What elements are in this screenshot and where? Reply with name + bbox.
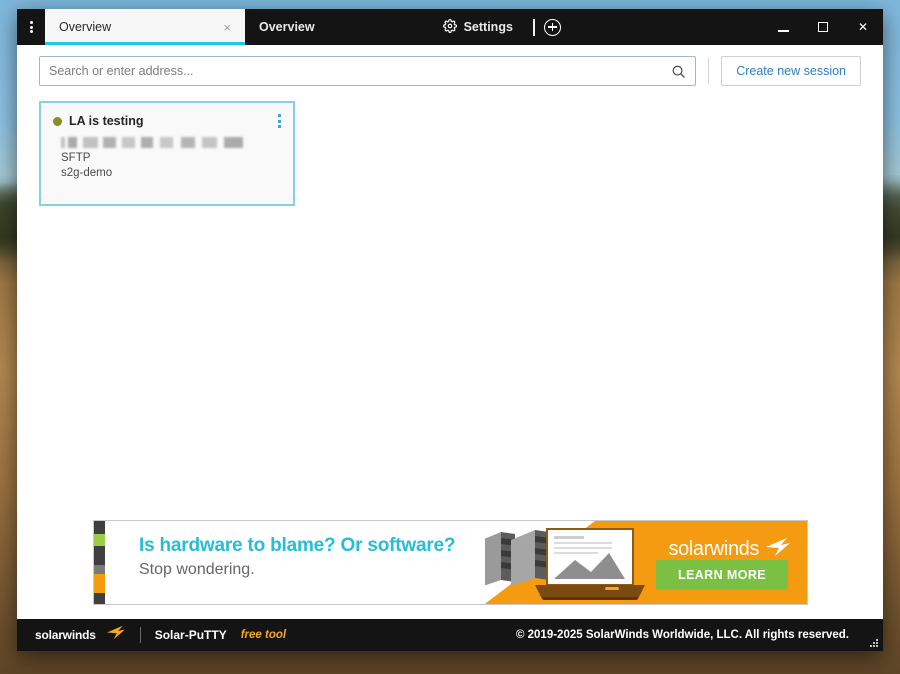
session-card-header: LA is testing xyxy=(53,114,281,128)
solar-putty-window: Overview × Overview Settings ✕ Search or… xyxy=(17,9,883,651)
window-controls: ✕ xyxy=(763,9,883,45)
advertisement-banner[interactable]: Is hardware to blame? Or software? Stop … xyxy=(93,520,808,605)
session-card-menu-button[interactable] xyxy=(276,112,283,130)
close-icon: ✕ xyxy=(857,20,869,34)
session-address-redacted xyxy=(61,137,243,148)
status-bar: solarwinds Solar-PuTTY free tool © 2019-… xyxy=(17,619,883,651)
ad-headline: Is hardware to blame? Or software? xyxy=(139,535,456,556)
search-input[interactable] xyxy=(49,57,664,85)
new-tab-group xyxy=(527,9,567,45)
plus-circle-icon[interactable] xyxy=(543,18,561,36)
tab-divider xyxy=(532,18,535,36)
footer-free-tag: free tool xyxy=(240,629,287,641)
session-credential: s2g-demo xyxy=(61,167,113,179)
ad-brand: solarwinds xyxy=(669,537,791,562)
learn-more-button[interactable]: LEARN MORE xyxy=(655,560,788,590)
kebab-menu-icon xyxy=(29,20,33,35)
footer-product-name: Solar-PuTTY xyxy=(154,628,227,642)
tab-settings[interactable]: Settings xyxy=(429,9,527,45)
ad-color-stripe xyxy=(94,521,105,604)
session-protocol: SFTP xyxy=(61,152,91,164)
maximize-icon xyxy=(818,22,828,32)
kebab-menu-icon xyxy=(278,125,281,128)
tab-label: Overview xyxy=(259,20,315,34)
close-button[interactable]: ✕ xyxy=(843,9,883,45)
toolbar: Create new session xyxy=(17,45,883,97)
solarwinds-logo-icon xyxy=(765,537,791,562)
ad-brand-name: solarwinds xyxy=(668,538,760,560)
titlebar-spacer xyxy=(567,9,763,45)
session-card[interactable]: LA is testing SFTP s2g-demo xyxy=(39,101,295,206)
kebab-menu-icon xyxy=(278,114,281,117)
title-bar: Overview × Overview Settings ✕ xyxy=(17,9,883,45)
ad-copy: Is hardware to blame? Or software? Stop … xyxy=(105,521,485,604)
laptop-illustration xyxy=(535,528,645,600)
search-bar[interactable] xyxy=(39,56,697,86)
ad-artwork: solarwinds LEARN MORE xyxy=(485,521,807,604)
tab-label: Overview xyxy=(59,20,112,34)
search-icon[interactable] xyxy=(663,58,693,84)
copyright-text: © 2019-2025 SolarWinds Worldwide, LLC. A… xyxy=(515,629,849,641)
toolbar-divider xyxy=(708,58,710,84)
resize-grip[interactable] xyxy=(867,636,878,647)
footer-branding: solarwinds Solar-PuTTY free tool xyxy=(35,625,286,645)
tab-settings-label: Settings xyxy=(463,20,513,34)
minimize-button[interactable] xyxy=(763,9,803,45)
ad-subhead: Stop wondering. xyxy=(139,561,255,578)
gear-icon xyxy=(442,18,457,36)
status-badge xyxy=(53,116,62,126)
tab-overview-secondary[interactable]: Overview xyxy=(245,9,329,45)
sessions-area: LA is testing SFTP s2g-demo Is hardware … xyxy=(17,97,883,619)
close-icon[interactable]: × xyxy=(223,21,231,34)
kebab-menu-icon xyxy=(278,119,281,123)
session-title: LA is testing xyxy=(69,114,144,128)
create-new-session-button[interactable]: Create new session xyxy=(721,56,861,86)
maximize-button[interactable] xyxy=(803,9,843,45)
desktop-wallpaper: Overview × Overview Settings ✕ Search or… xyxy=(0,0,900,674)
minimize-icon xyxy=(777,30,789,32)
footer-divider xyxy=(139,627,141,643)
solarwinds-logo-icon xyxy=(106,625,126,645)
tab-overview-active[interactable]: Overview × xyxy=(45,9,245,45)
footer-brand-name: solarwinds xyxy=(35,628,96,642)
app-menu-button[interactable] xyxy=(17,9,45,45)
